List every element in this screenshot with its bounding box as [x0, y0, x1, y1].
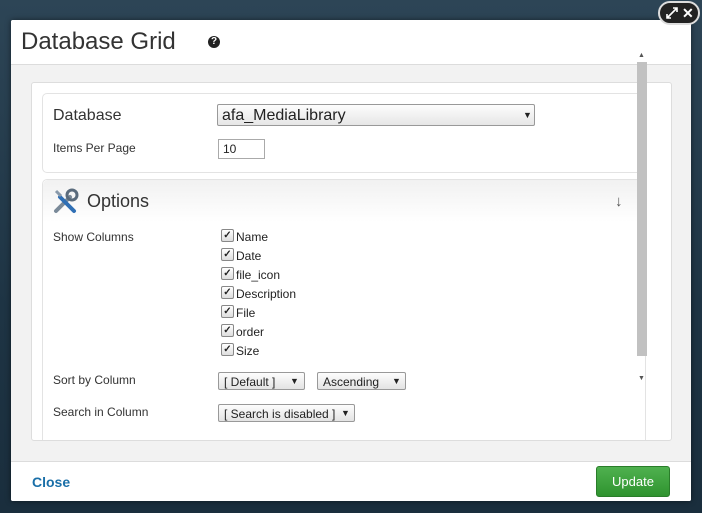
resize-icon[interactable] — [666, 7, 678, 19]
sort-column-select[interactable]: [ Default ] ▼ — [218, 372, 305, 390]
options-panel: Options ↓ Show Columns ✓ Name ✓ Date ✓ f… — [42, 179, 646, 440]
scrollbar-thumb[interactable] — [637, 62, 647, 356]
show-columns-label: Show Columns — [53, 230, 134, 244]
window-controls: ✕ — [658, 1, 700, 25]
question-circle-icon[interactable]: ? — [208, 36, 220, 48]
search-column-select[interactable]: [ Search is disabled ] ▼ — [218, 404, 355, 422]
dialog-title: Database Grid — [21, 28, 176, 55]
chevron-down-icon: ▼ — [341, 408, 350, 418]
checkbox-checked-icon[interactable]: ✓ — [221, 286, 234, 299]
search-in-column-label: Search in Column — [53, 405, 149, 419]
column-checkbox-label: Date — [236, 249, 262, 263]
database-select-value: afa_MediaLibrary — [222, 107, 346, 124]
dialog-header: Database Grid ? — [11, 20, 691, 65]
column-checkbox-label: File — [236, 306, 256, 320]
search-column-value: [ Search is disabled ] — [224, 407, 336, 421]
column-checkbox-label: Size — [236, 344, 260, 358]
dialog-content: Database afa_MediaLibrary ▼ Items Per Pa… — [31, 82, 672, 441]
options-header[interactable]: Options ↓ — [43, 180, 645, 222]
sort-order-value: Ascending — [323, 375, 380, 389]
column-checkbox-label: file_icon — [236, 268, 281, 282]
column-checkbox-label: Name — [236, 230, 269, 244]
sort-by-column-label: Sort by Column — [53, 373, 136, 387]
database-select[interactable]: afa_MediaLibrary ▼ — [217, 104, 535, 126]
scroll-down-icon[interactable]: ▼ — [638, 375, 645, 382]
checkbox-checked-icon[interactable]: ✓ — [221, 324, 234, 337]
arrow-down-icon[interactable]: ↓ — [615, 193, 623, 210]
options-title: Options — [87, 191, 150, 211]
checkbox-checked-icon[interactable]: ✓ — [221, 229, 234, 242]
close-button[interactable]: Close — [32, 474, 70, 490]
checkbox-checked-icon[interactable]: ✓ — [221, 267, 234, 280]
chevron-down-icon: ▼ — [392, 376, 401, 386]
dialog-footer: Close Update — [11, 461, 691, 501]
close-icon[interactable]: ✕ — [682, 6, 694, 20]
column-checkbox-label: Description — [236, 287, 297, 301]
database-grid-dialog: Database Grid ? Database afa_MediaLibrar… — [11, 20, 691, 501]
update-button[interactable]: Update — [596, 466, 670, 497]
sort-column-value: [ Default ] — [224, 375, 276, 389]
general-settings-panel: Database afa_MediaLibrary ▼ Items Per Pa… — [42, 93, 646, 173]
sort-order-select[interactable]: Ascending ▼ — [317, 372, 406, 390]
scroll-up-icon[interactable]: ▲ — [638, 52, 645, 59]
database-label: Database — [53, 107, 122, 124]
items-per-page-label: Items Per Page — [53, 141, 136, 155]
column-checkbox-label: order — [236, 325, 265, 339]
chevron-down-icon: ▼ — [523, 110, 532, 120]
checkbox-checked-icon[interactable]: ✓ — [221, 248, 234, 261]
checkbox-checked-icon[interactable]: ✓ — [221, 305, 234, 318]
content-scrollbar[interactable]: ▲ ▼ — [636, 52, 648, 388]
tools-icon — [54, 188, 79, 213]
items-per-page-input[interactable] — [218, 139, 265, 159]
checkbox-checked-icon[interactable]: ✓ — [221, 343, 234, 356]
chevron-down-icon: ▼ — [290, 376, 299, 386]
